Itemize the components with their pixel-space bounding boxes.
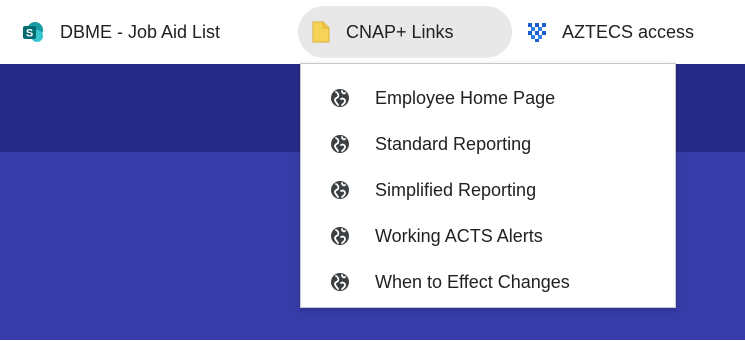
svg-text:S: S — [26, 28, 33, 40]
folder-icon — [312, 21, 330, 43]
menu-item-when-to-effect-changes[interactable]: When to Effect Changes — [301, 259, 675, 305]
globe-icon — [330, 180, 350, 200]
bookmark-aztecs-access[interactable]: AZTECS access — [526, 6, 694, 58]
globe-icon — [330, 226, 350, 246]
menu-item-label: Simplified Reporting — [375, 179, 537, 200]
globe-icon — [330, 88, 350, 108]
bookmark-label: AZTECS access — [562, 21, 695, 42]
bookmarks-bar: S DBME - Job Aid List CNAP+ Links AZTECS… — [0, 0, 745, 64]
menu-item-standard-reporting[interactable]: Standard Reporting — [301, 121, 675, 167]
globe-icon — [330, 272, 350, 292]
menu-item-simplified-reporting[interactable]: Simplified Reporting — [301, 167, 675, 213]
menu-item-label: Employee Home Page — [375, 87, 556, 108]
menu-item-label: Standard Reporting — [375, 133, 532, 154]
sharepoint-icon: S — [22, 21, 44, 43]
globe-icon — [330, 134, 350, 154]
menu-item-label: Working ACTS Alerts — [375, 225, 543, 246]
bookmark-folder-cnap-links[interactable]: CNAP+ Links — [298, 6, 512, 58]
menu-item-working-acts-alerts[interactable]: Working ACTS Alerts — [301, 213, 675, 259]
bookmark-label: CNAP+ Links — [346, 21, 454, 42]
aztecs-icon — [526, 21, 548, 43]
folder-dropdown-menu: Employee Home Page Standard Reporting Si… — [300, 63, 676, 308]
menu-item-label: When to Effect Changes — [375, 271, 570, 292]
bookmark-label: DBME - Job Aid List — [60, 21, 221, 42]
menu-item-employee-home-page[interactable]: Employee Home Page — [301, 75, 675, 121]
bookmark-dbme-job-aid-list[interactable]: S DBME - Job Aid List — [22, 6, 220, 58]
